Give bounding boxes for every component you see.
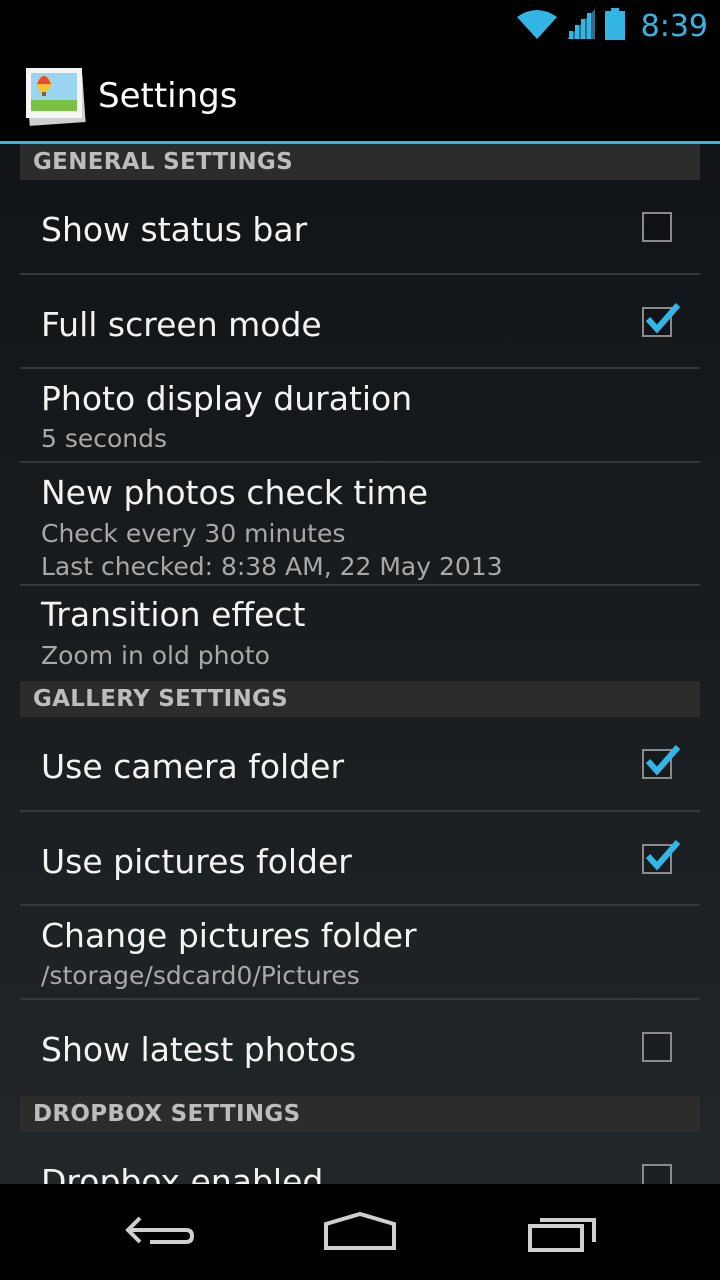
gallery-app-icon[interactable] (24, 64, 88, 128)
pref-summary-last-checked: Last checked: 8:38 AM, 22 May 2013 (41, 552, 503, 581)
pref-use-camera-folder[interactable]: Use camera folder (20, 717, 700, 812)
pref-transition-effect[interactable]: Transition effect Zoom in old photo (20, 586, 700, 681)
checkmark-icon (645, 303, 681, 334)
home-icon[interactable] (310, 1204, 410, 1260)
status-bar: 8:39 (0, 0, 720, 50)
pref-title: Full screen mode (41, 305, 322, 344)
page-title: Settings (98, 76, 238, 116)
pref-summary: Zoom in old photo (41, 641, 270, 670)
pref-title: Show status bar (41, 210, 308, 249)
pref-photo-display-duration[interactable]: Photo display duration 5 seconds (20, 369, 700, 463)
pref-title: Use camera folder (41, 747, 345, 786)
pref-title: Use pictures folder (41, 842, 352, 881)
pref-show-latest-photos[interactable]: Show latest photos (20, 1000, 700, 1096)
pref-show-status-bar[interactable]: Show status bar (20, 180, 700, 275)
action-bar: Settings (0, 50, 720, 144)
pref-summary: Check every 30 minutes (41, 519, 346, 548)
signal-icon (566, 9, 595, 43)
checkbox-use-pictures-folder[interactable] (642, 840, 681, 874)
checkmark-icon (645, 840, 681, 871)
checkbox-use-camera-folder[interactable] (642, 745, 681, 779)
pref-new-photos-check-time[interactable]: New photos check time Check every 30 min… (20, 463, 700, 586)
pref-title: Change pictures folder (41, 916, 417, 955)
pref-title: Dropbox enabled (41, 1162, 324, 1184)
status-icons: 8:39 (516, 6, 708, 46)
section-header-dropbox: DROPBOX SETTINGS (20, 1096, 700, 1132)
checkbox-show-latest-photos[interactable] (642, 1032, 672, 1062)
pref-title: Photo display duration (41, 379, 413, 418)
pref-summary: 5 seconds (41, 424, 168, 453)
back-icon[interactable] (110, 1204, 210, 1260)
pref-summary: /storage/sdcard0/Pictures (41, 961, 360, 990)
section-header-general: GENERAL SETTINGS (20, 144, 700, 180)
clock: 8:39 (640, 8, 708, 44)
checkbox-show-status-bar[interactable] (642, 212, 672, 242)
pref-title: New photos check time (41, 473, 428, 512)
battery-icon (604, 8, 625, 44)
checkbox-full-screen-mode[interactable] (642, 303, 681, 337)
navigation-bar (0, 1184, 720, 1280)
section-header-gallery: GALLERY SETTINGS (20, 681, 700, 717)
pref-use-pictures-folder[interactable]: Use pictures folder (20, 812, 700, 906)
pref-change-pictures-folder[interactable]: Change pictures folder /storage/sdcard0/… (20, 906, 700, 1000)
pref-title: Show latest photos (41, 1030, 357, 1069)
settings-list[interactable]: GENERAL SETTINGS Show status bar Full sc… (0, 144, 720, 1184)
checkbox-dropbox-enabled[interactable] (642, 1164, 672, 1184)
recents-icon[interactable] (512, 1204, 612, 1260)
pref-full-screen-mode[interactable]: Full screen mode (20, 275, 700, 369)
pref-dropbox-enabled[interactable]: Dropbox enabled (20, 1132, 700, 1184)
wifi-icon (516, 9, 557, 43)
pref-title: Transition effect (41, 595, 306, 634)
checkmark-icon (645, 745, 681, 776)
